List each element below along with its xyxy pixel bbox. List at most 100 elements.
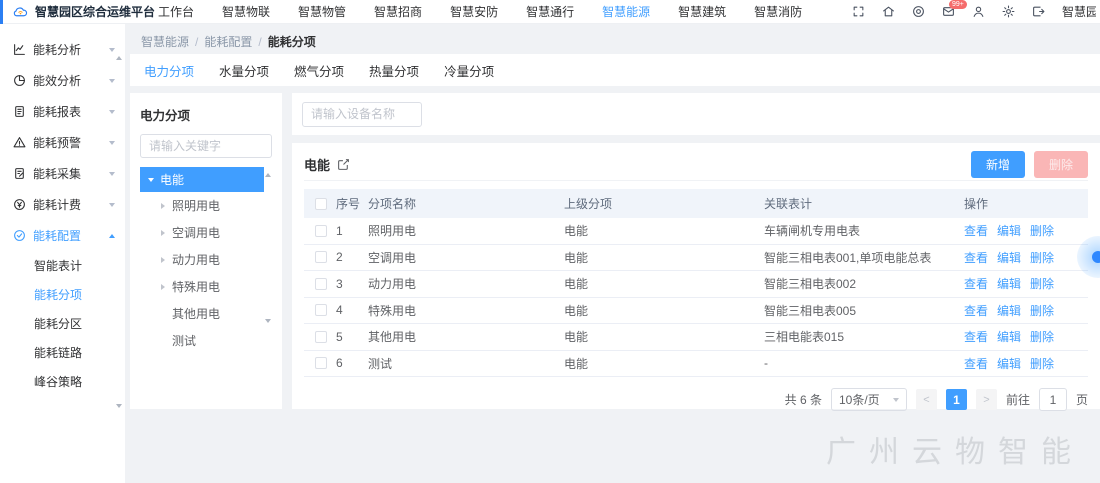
cell-subentry-name: 动力用电: [362, 275, 558, 292]
sidebar-subitem[interactable]: 智能表计: [0, 251, 125, 280]
tree-node-root[interactable]: 电能: [140, 167, 264, 192]
chevron-down-icon: [109, 48, 115, 52]
row-action-删除[interactable]: 删除: [1030, 302, 1054, 319]
sidebar-item[interactable]: 能耗采集: [0, 158, 125, 189]
row-action-编辑[interactable]: 编辑: [997, 222, 1021, 239]
row-action-删除[interactable]: 删除: [1030, 222, 1054, 239]
sidebar-item[interactable]: 能耗计费: [0, 189, 125, 220]
tab-item[interactable]: 冷量分项: [444, 61, 494, 80]
tree-node[interactable]: 其他用电: [140, 300, 272, 327]
user-icon[interactable]: [972, 5, 985, 18]
row-checkbox-cell: [304, 278, 330, 290]
tree-node[interactable]: 动力用电: [140, 246, 272, 273]
sidebar-item[interactable]: 能耗报表: [0, 96, 125, 127]
delete-button[interactable]: 删除: [1034, 151, 1088, 178]
device-search-input[interactable]: [302, 102, 422, 127]
caret-collapsed-icon: [161, 230, 165, 236]
tenant-name[interactable]: 智慧园区: [1062, 3, 1096, 20]
tree-node-label: 动力用电: [172, 251, 220, 268]
cell-subentry-name: 特殊用电: [362, 302, 558, 319]
row-action-查看[interactable]: 查看: [964, 222, 988, 239]
tree-keyword-input[interactable]: [140, 134, 272, 158]
pagination: 共 6 条 10条/页 < 1 > 前往 页: [304, 388, 1088, 411]
nav-item[interactable]: 智慧能源: [602, 3, 650, 20]
row-action-查看[interactable]: 查看: [964, 328, 988, 345]
nav-item[interactable]: 智慧物管: [298, 3, 346, 20]
row-action-查看[interactable]: 查看: [964, 302, 988, 319]
left-accent-bar: [0, 0, 3, 24]
row-action-编辑[interactable]: 编辑: [997, 275, 1021, 292]
tab-item[interactable]: 热量分项: [369, 61, 419, 80]
sidebar-item[interactable]: 能耗配置: [0, 220, 125, 251]
row-action-查看[interactable]: 查看: [964, 355, 988, 372]
row-action-删除[interactable]: 删除: [1030, 275, 1054, 292]
page-size-select[interactable]: 10条/页: [831, 388, 907, 411]
row-action-编辑[interactable]: 编辑: [997, 328, 1021, 345]
row-checkbox[interactable]: [315, 331, 327, 343]
row-action-删除[interactable]: 删除: [1030, 249, 1054, 266]
nav-item[interactable]: 智慧安防: [450, 3, 498, 20]
row-checkbox[interactable]: [315, 251, 327, 263]
tab-item[interactable]: 水量分项: [219, 61, 269, 80]
breadcrumb-item[interactable]: 能耗配置: [204, 33, 252, 50]
row-action-删除[interactable]: 删除: [1030, 355, 1054, 372]
home-icon[interactable]: [882, 5, 895, 18]
sidebar-subitem[interactable]: 能耗链路: [0, 338, 125, 367]
cell-index: 4: [330, 303, 362, 317]
cell-actions: 查看编辑删除: [958, 302, 1088, 319]
notification-badge: 99+: [949, 0, 967, 9]
sidebar-scroll-up-icon[interactable]: [116, 56, 122, 60]
row-checkbox[interactable]: [315, 357, 327, 369]
tree-node[interactable]: 特殊用电: [140, 273, 272, 300]
billing-icon: [13, 198, 26, 211]
next-page-button[interactable]: >: [976, 389, 997, 410]
row-action-删除[interactable]: 删除: [1030, 328, 1054, 345]
row-action-编辑[interactable]: 编辑: [997, 249, 1021, 266]
fullscreen-icon[interactable]: [852, 5, 865, 18]
pagination-total: 共 6 条: [785, 391, 822, 408]
row-checkbox[interactable]: [315, 278, 327, 290]
row-checkbox[interactable]: [315, 304, 327, 316]
sidebar-subitem[interactable]: 能耗分项: [0, 280, 125, 309]
breadcrumb-item[interactable]: 智慧能源: [141, 33, 189, 50]
sidebar-subitem[interactable]: 峰谷策略: [0, 367, 125, 396]
nav-item[interactable]: 智慧消防: [754, 3, 802, 20]
mail-icon[interactable]: 99+: [942, 5, 955, 18]
logout-icon[interactable]: [1032, 5, 1045, 18]
sidebar-item-label: 能效分析: [33, 72, 102, 89]
select-all-checkbox[interactable]: [315, 198, 327, 210]
sidebar-item[interactable]: 能耗分析: [0, 34, 125, 65]
service-icon[interactable]: [912, 5, 925, 18]
row-action-编辑[interactable]: 编辑: [997, 355, 1021, 372]
tree-scroll-up-icon[interactable]: [265, 173, 271, 177]
add-button[interactable]: 新增: [971, 151, 1025, 178]
nav-item[interactable]: 智慧招商: [374, 3, 422, 20]
edit-icon[interactable]: [337, 158, 350, 171]
gear-icon[interactable]: [1002, 5, 1015, 18]
nav-item[interactable]: 智慧物联: [222, 3, 270, 20]
cell-linked-meters: 智能三相电表002: [758, 275, 958, 292]
tree-node[interactable]: 测试: [140, 327, 272, 354]
current-page-button[interactable]: 1: [946, 389, 967, 410]
tab-item[interactable]: 燃气分项: [294, 61, 344, 80]
sidebar-scroll-down-icon[interactable]: [116, 404, 122, 408]
nav-item[interactable]: 智慧通行: [526, 3, 574, 20]
tree-node[interactable]: 空调用电: [140, 219, 272, 246]
goto-page-input[interactable]: [1039, 388, 1067, 411]
nav-item[interactable]: 智慧建筑: [678, 3, 726, 20]
tab-active[interactable]: 电力分项: [144, 61, 194, 80]
row-action-查看[interactable]: 查看: [964, 249, 988, 266]
sidebar-item[interactable]: 能效分析: [0, 65, 125, 96]
row-action-编辑[interactable]: 编辑: [997, 302, 1021, 319]
cell-parent-subentry: 电能: [558, 275, 758, 292]
nav-item[interactable]: 工作台: [158, 3, 194, 20]
sidebar-item[interactable]: 能耗预警: [0, 127, 125, 158]
sidebar-subitem[interactable]: 能耗分区: [0, 309, 125, 338]
tree-node[interactable]: 照明用电: [140, 192, 272, 219]
table-header-cell: 操作: [958, 195, 1088, 212]
row-checkbox[interactable]: [315, 225, 327, 237]
top-navbar: 智慧园区综合运维平台 工作台智慧物联智慧物管智慧招商智慧安防智慧通行智慧能源智慧…: [0, 0, 1100, 24]
tree-scroll-down-icon[interactable]: [265, 319, 271, 323]
row-action-查看[interactable]: 查看: [964, 275, 988, 292]
prev-page-button[interactable]: <: [916, 389, 937, 410]
